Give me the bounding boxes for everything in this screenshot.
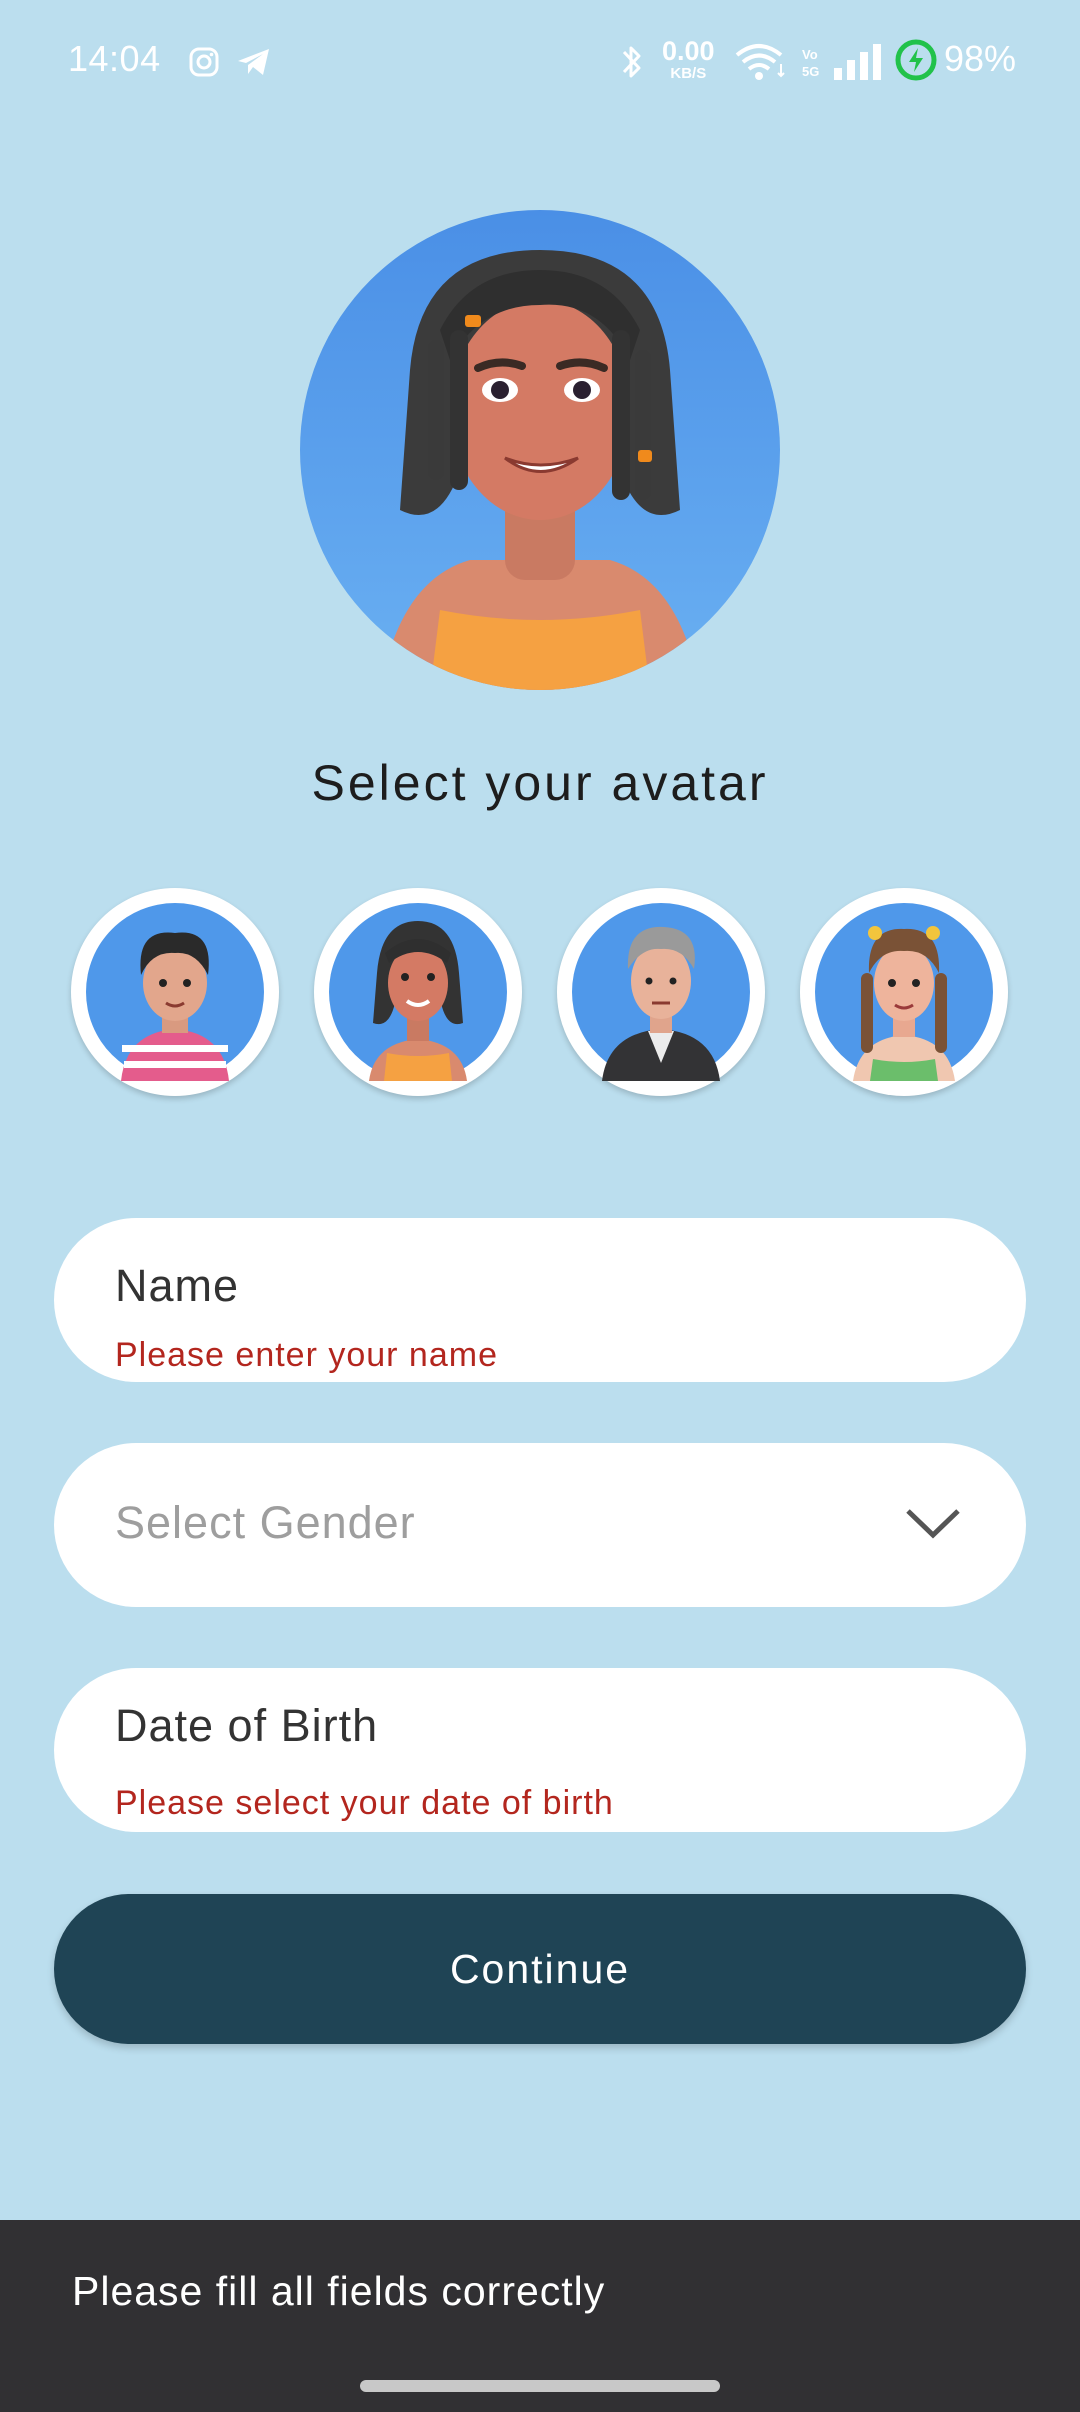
name-field[interactable]: Name Please enter your name (54, 1218, 1026, 1382)
volte-icon: Vo 5G (802, 47, 819, 79)
home-indicator[interactable] (360, 2380, 720, 2392)
avatar-2-image (329, 903, 507, 1081)
status-bar: 14:04 0.00 KB/S Vo 5G 98% (0, 0, 1080, 124)
chevron-down-icon (906, 1509, 960, 1539)
avatar-option-4[interactable] (800, 888, 1008, 1096)
avatar-option-2[interactable] (314, 888, 522, 1096)
date-of-birth-error: Please select your date of birth (115, 1784, 614, 1822)
avatar-option-3[interactable] (557, 888, 765, 1096)
battery-percentage: 98% (944, 38, 1017, 79)
bluetooth-icon (622, 46, 641, 78)
avatar-option-1[interactable] (71, 888, 279, 1096)
svg-text:Vo: Vo (802, 47, 818, 62)
gender-placeholder: Select Gender (115, 1497, 416, 1548)
battery-charging-icon (895, 39, 937, 81)
name-error: Please enter your name (115, 1336, 498, 1374)
network-speed-value: 0.00 (662, 36, 715, 66)
date-of-birth-field[interactable]: Date of Birth Please select your date of… (54, 1668, 1026, 1832)
name-label: Name (115, 1260, 240, 1311)
avatar-4-image (815, 903, 993, 1081)
instagram-icon (189, 47, 219, 77)
network-speed: 0.00 KB/S (662, 36, 715, 82)
gender-select[interactable]: Select Gender (54, 1443, 1026, 1607)
date-of-birth-label: Date of Birth (115, 1700, 379, 1751)
avatar-2-large-image (300, 210, 780, 690)
telegram-icon (238, 49, 269, 75)
wifi-icon (735, 44, 785, 80)
avatar-3-image (572, 903, 750, 1081)
avatar-heading: Select your avatar (311, 755, 769, 811)
selected-avatar (300, 210, 780, 690)
continue-button[interactable]: Continue (54, 1894, 1026, 2044)
status-time: 14:04 (68, 38, 161, 79)
signal-icon (834, 44, 881, 80)
snackbar-message: Please fill all fields correctly (72, 2268, 606, 2314)
network-speed-unit: KB/S (670, 65, 707, 82)
svg-text:5G: 5G (802, 64, 819, 79)
avatar-1-image (86, 903, 264, 1081)
